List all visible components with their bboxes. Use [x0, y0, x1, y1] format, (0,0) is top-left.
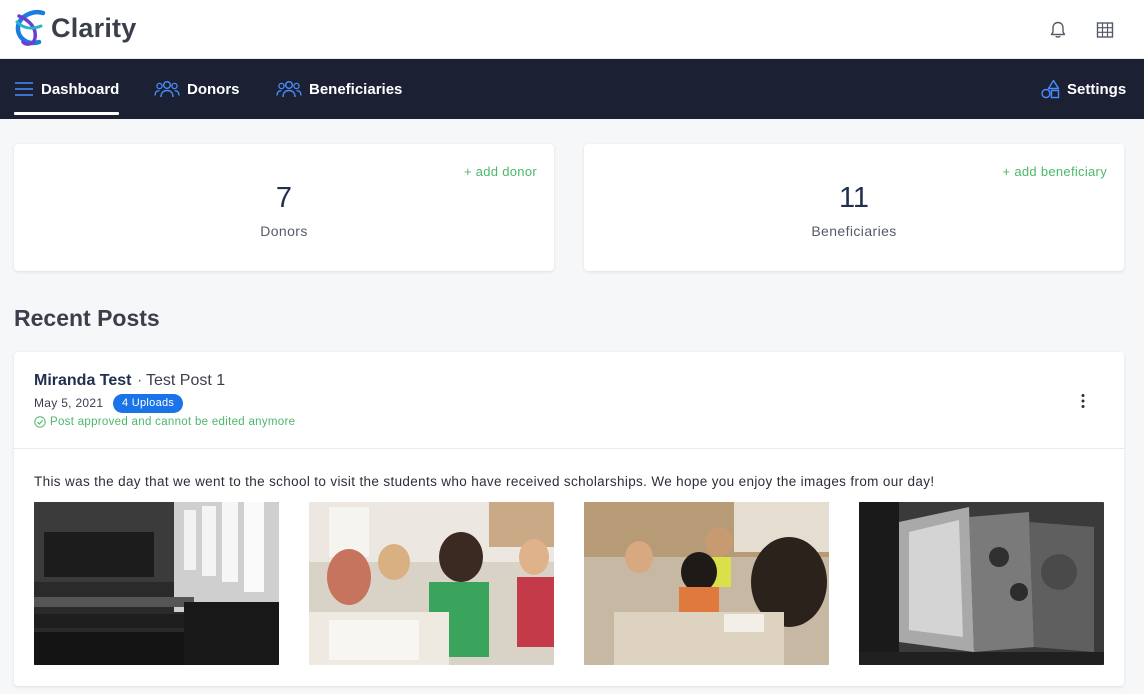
people-icon [154, 81, 180, 98]
post-image-children-writing[interactable] [309, 502, 554, 665]
nav-settings-label: Settings [1067, 80, 1127, 98]
post-author[interactable]: Miranda Test [34, 372, 132, 390]
nav-donors-label: Donors [187, 80, 240, 98]
post-status: Post approved and cannot be edited anymo… [34, 416, 295, 428]
nav-settings[interactable]: Settings [1040, 59, 1126, 119]
top-bar: Clarity [0, 0, 1144, 59]
donors-label: Donors [260, 223, 308, 239]
more-options-icon[interactable] [1074, 392, 1092, 410]
post-body: This was the day that we went to the sch… [34, 474, 935, 489]
post-status-text: Post approved and cannot be edited anymo… [50, 416, 296, 428]
shapes-icon [1041, 79, 1060, 99]
clarity-logo-icon [15, 10, 46, 46]
app-name: Clarity [51, 12, 137, 43]
post-header: Miranda Test · Test Post 1 May 5, 2021 4… [14, 352, 1124, 449]
recent-posts-title: Recent Posts [14, 305, 160, 331]
app-logo[interactable]: Clarity [13, 8, 136, 48]
post-image-classroom-wall-bw[interactable] [859, 502, 1104, 665]
add-donor-link[interactable]: + add donor [464, 164, 537, 179]
add-beneficiary-link[interactable]: + add beneficiary [1003, 164, 1107, 179]
nav-donors[interactable]: Donors [154, 59, 240, 119]
nav-dashboard[interactable]: Dashboard [14, 59, 120, 119]
post-image-classroom-bw[interactable] [34, 502, 279, 665]
donors-stat-card: + add donor 7 Donors [14, 144, 554, 271]
post-separator: · [137, 372, 143, 389]
nav-beneficiaries-label: Beneficiaries [309, 80, 403, 98]
people-icon [276, 81, 302, 98]
post-date: May 5, 2021 [34, 396, 104, 410]
beneficiaries-count: 11 [838, 182, 870, 214]
nav-dashboard-label: Dashboard [41, 80, 120, 98]
beneficiaries-stat-card: + add beneficiary 11 Beneficiaries [584, 144, 1124, 271]
uploads-badge: 4 Uploads [113, 394, 184, 413]
menu-icon [15, 82, 33, 96]
donors-count: 7 [275, 182, 293, 214]
grid-icon[interactable] [1095, 20, 1115, 40]
post-card: Miranda Test · Test Post 1 May 5, 2021 4… [14, 352, 1124, 686]
check-circle-icon [34, 416, 46, 428]
post-title: Test Post 1 [146, 372, 226, 389]
beneficiaries-label: Beneficiaries [811, 223, 897, 239]
bell-icon[interactable] [1048, 20, 1068, 40]
main-nav: Dashboard Donors Beneficiaries Settings [0, 59, 1144, 119]
nav-beneficiaries[interactable]: Beneficiaries [276, 59, 402, 119]
post-image-children-at-table[interactable] [584, 502, 829, 665]
